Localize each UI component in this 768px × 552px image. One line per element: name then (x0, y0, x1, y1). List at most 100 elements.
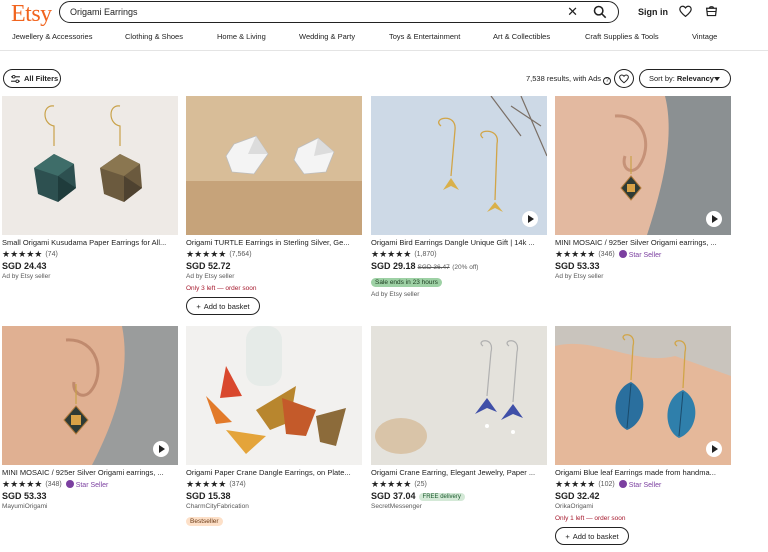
nav-item-home[interactable]: Home & Living (217, 32, 266, 41)
review-count: (25) (414, 480, 427, 488)
search-bar[interactable]: ✕ (59, 1, 619, 23)
sale-badge: Sale ends in 23 hours (371, 278, 442, 287)
listing-rating: ★★★★★ (346) Star Seller (555, 249, 731, 259)
play-video-button[interactable] (522, 211, 538, 227)
listing-seller: Ad by Etsy seller (186, 273, 235, 280)
star-rating: ★★★★★ (555, 478, 596, 489)
info-icon[interactable]: ? (603, 77, 612, 85)
listing-title[interactable]: Origami Bird Earrings Dangle Unique Gift… (371, 238, 547, 247)
nav-item-wedding[interactable]: Wedding & Party (299, 32, 355, 41)
nav-item-art[interactable]: Art & Collectibles (493, 32, 550, 41)
nav-item-toys[interactable]: Toys & Entertainment (389, 32, 460, 41)
review-count: (7,564) (229, 250, 252, 258)
star-rating: ★★★★★ (371, 248, 412, 259)
search-input[interactable] (70, 7, 618, 17)
play-video-button[interactable] (706, 211, 722, 227)
play-video-button[interactable] (153, 441, 169, 457)
listing-image[interactable] (371, 326, 547, 465)
listing-image[interactable] (2, 326, 178, 465)
listing-price: SGD 29.18 SGD 36.47 (20% off) (371, 261, 547, 271)
sort-label: Sort by: (649, 74, 675, 83)
add-to-basket-button[interactable]: + Add to basket (186, 297, 260, 315)
nav-item-craft[interactable]: Craft Supplies & Tools (585, 32, 659, 41)
listing-title[interactable]: Origami TURTLE Earrings in Sterling Silv… (186, 238, 362, 247)
star-seller-badge: Star Seller (618, 249, 662, 259)
listing-image[interactable] (555, 96, 731, 235)
caret-down-icon (714, 77, 720, 81)
star-seller-label: Star Seller (75, 481, 109, 489)
listing-card[interactable]: MINI MOSAIC / 925er Silver Origami earri… (2, 326, 178, 510)
listing-price: SGD 53.33 (555, 261, 600, 271)
listing-seller: SecretMessenger (371, 503, 422, 510)
listing-price: SGD 15.38 (186, 491, 231, 501)
listing-title[interactable]: MINI MOSAIC / 925er Silver Origami earri… (2, 468, 178, 477)
star-seller-label: Star Seller (628, 251, 662, 259)
play-video-button[interactable] (706, 441, 722, 457)
save-search-button[interactable] (614, 69, 634, 88)
etsy-logo[interactable]: Etsy (11, 1, 52, 28)
search-icon[interactable] (593, 5, 607, 19)
nav-item-clothing[interactable]: Clothing & Shoes (125, 32, 183, 41)
star-rating: ★★★★★ (186, 248, 227, 259)
listing-card[interactable]: Origami TURTLE Earrings in Sterling Silv… (186, 96, 362, 315)
listing-card[interactable]: Origami Crane Earring, Elegant Jewelry, … (371, 326, 547, 510)
close-icon[interactable]: ✕ (567, 4, 578, 20)
sign-in-link[interactable]: Sign in (638, 7, 668, 17)
results-count: 7,538 results, with Ads ? (526, 74, 612, 85)
cart-icon[interactable] (705, 5, 718, 18)
price-value: SGD 29.18 (371, 261, 416, 271)
all-filters-button[interactable]: All Filters (3, 69, 61, 88)
listing-image[interactable] (2, 96, 178, 235)
listing-title[interactable]: Small Origami Kusudama Paper Earrings fo… (2, 238, 178, 247)
listing-rating: ★★★★★ (7,564) (186, 249, 362, 259)
listing-image[interactable] (555, 326, 731, 465)
star-rating: ★★★★★ (555, 248, 596, 259)
star-rating: ★★★★★ (2, 478, 43, 489)
listing-image[interactable] (186, 96, 362, 235)
listing-title[interactable]: Origami Crane Earring, Elegant Jewelry, … (371, 468, 547, 477)
listing-title[interactable]: Origami Blue leaf Earrings made from han… (555, 468, 731, 477)
listing-price: SGD 53.33 (2, 491, 47, 501)
listing-rating: ★★★★★ (348) Star Seller (2, 479, 178, 489)
star-seller-badge: Star Seller (618, 479, 661, 489)
listing-card[interactable]: Origami Paper Crane Dangle Earrings, on … (186, 326, 362, 528)
listing-rating: ★★★★★ (1,870) (371, 249, 547, 259)
listing-rating: ★★★★★ (25) (371, 479, 547, 489)
listing-price: SGD 32.42 (555, 491, 600, 501)
listing-seller: Ad by Etsy seller (2, 273, 51, 280)
review-count: (74) (45, 250, 58, 258)
results-text: 7,538 results, with Ads (526, 74, 602, 83)
listing-title[interactable]: Origami Paper Crane Dangle Earrings, on … (186, 468, 362, 477)
listing-seller: OrikaOrigami (555, 503, 594, 510)
listing-image[interactable] (371, 96, 547, 235)
listing-image[interactable] (186, 326, 362, 465)
review-count: (102) (598, 480, 615, 488)
sort-dropdown[interactable]: Sort by: Relevancy (639, 69, 731, 88)
listing-title[interactable]: MINI MOSAIC / 925er Silver Origami earri… (555, 238, 731, 247)
listing-rating: ★★★★★ (374) (186, 479, 362, 489)
star-seller-icon (65, 479, 74, 488)
listing-seller: MayumiOrigami (2, 503, 48, 510)
favorites-heart-icon[interactable] (679, 5, 692, 18)
add-to-basket-button[interactable]: + Add to basket (555, 527, 629, 545)
listing-rating: ★★★★★ (102) Star Seller (555, 479, 731, 489)
add-to-basket-label: Add to basket (572, 531, 619, 541)
category-nav: Jewellery & Accessories Clothing & Shoes… (0, 32, 768, 46)
plus-icon: + (565, 531, 570, 541)
original-price: SGD 36.47 (417, 264, 450, 271)
review-count: (1,870) (414, 250, 437, 258)
star-seller-icon (618, 479, 627, 488)
nav-item-jewellery[interactable]: Jewellery & Accessories (12, 32, 92, 41)
sort-value: Relevancy (676, 74, 714, 83)
listing-card[interactable]: Origami Bird Earrings Dangle Unique Gift… (371, 96, 547, 298)
star-seller-icon (618, 249, 627, 258)
listing-card[interactable]: MINI MOSAIC / 925er Silver Origami earri… (555, 96, 731, 280)
listing-seller: CharmCityFabrication (186, 503, 249, 510)
listing-seller: Ad by Etsy seller (371, 291, 420, 298)
star-rating: ★★★★★ (186, 478, 227, 489)
star-rating: ★★★★★ (371, 478, 412, 489)
listing-card[interactable]: Small Origami Kusudama Paper Earrings fo… (2, 96, 178, 280)
nav-item-vintage[interactable]: Vintage (692, 32, 717, 41)
bestseller-badge: Bestseller (186, 517, 223, 526)
listing-card[interactable]: Origami Blue leaf Earrings made from han… (555, 326, 731, 545)
